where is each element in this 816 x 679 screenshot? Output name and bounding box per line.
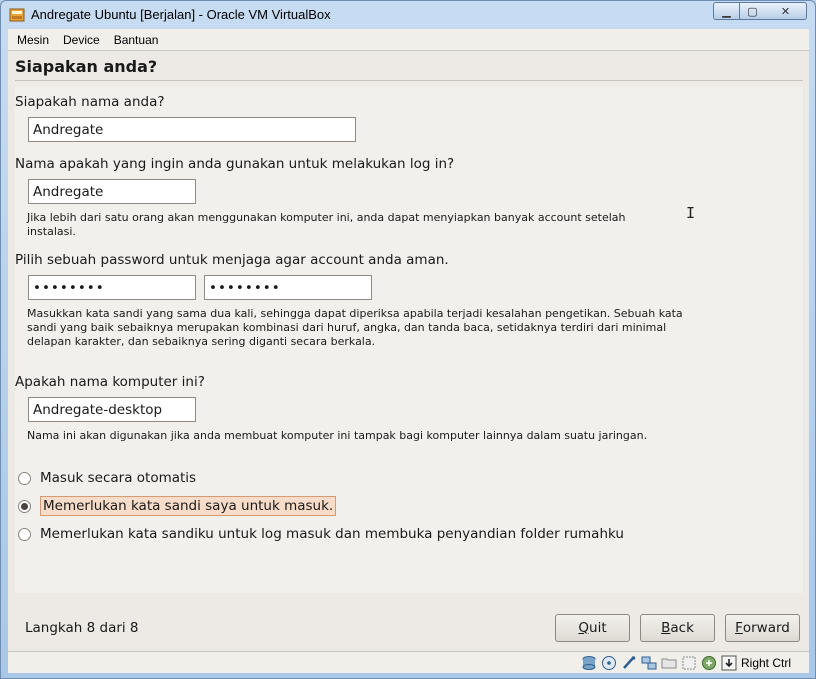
cd-icon[interactable] <box>601 655 617 671</box>
maximize-button[interactable]: ▢ <box>739 2 765 20</box>
quit-mnemonic: Q <box>578 620 590 636</box>
usb-icon[interactable] <box>621 655 637 671</box>
mouse-integration-icon[interactable] <box>701 655 717 671</box>
window-title: Andregate Ubuntu [Berjalan] - Oracle VM … <box>31 7 331 22</box>
name-question: Siapakah nama anda? <box>15 94 165 110</box>
step-indicator: Langkah 8 dari 8 <box>25 620 139 636</box>
login-question: Nama apakah yang ingin anda gunakan untu… <box>15 156 455 172</box>
radio-label: Memerlukan kata sandiku untuk log masuk … <box>40 526 624 542</box>
username-input[interactable]: Andregate <box>28 179 196 204</box>
radio-auto-login[interactable]: Masuk secara otomatis <box>18 470 196 486</box>
computer-name-input[interactable]: Andregate-desktop <box>28 397 196 422</box>
shared-folder-icon[interactable] <box>661 655 677 671</box>
computer-name-note: Nama ini akan digunakan jika anda membua… <box>27 429 648 442</box>
menu-bantuan[interactable]: Bantuan <box>107 33 166 47</box>
virtualbox-app-icon <box>9 8 25 22</box>
maximize-icon: ▢ <box>747 4 758 18</box>
user-setup-form: Siapakah nama anda? Andregate Nama apaka… <box>15 87 803 593</box>
forward-button[interactable]: Forward <box>725 614 800 642</box>
radio-label: Masuk secara otomatis <box>40 470 197 486</box>
text-cursor-icon: I <box>686 204 696 222</box>
forward-label: orward <box>742 620 790 636</box>
back-label: ack <box>670 620 694 636</box>
minimize-button[interactable]: ▁ <box>713 2 739 20</box>
back-mnemonic: B <box>661 620 671 636</box>
password-confirm-input[interactable]: •••••••• <box>204 275 372 300</box>
title-bar[interactable]: Andregate Ubuntu [Berjalan] - Oracle VM … <box>1 1 815 28</box>
forward-mnemonic: F <box>735 620 743 636</box>
network-icon[interactable] <box>641 655 657 671</box>
back-button[interactable]: Back <box>640 614 715 642</box>
radio-encrypt-home[interactable]: Memerlukan kata sandiku untuk log masuk … <box>18 526 624 542</box>
close-icon: ✕ <box>780 4 791 18</box>
quit-button[interactable]: Quit <box>555 614 630 642</box>
password-input[interactable]: •••••••• <box>28 275 196 300</box>
radio-button[interactable] <box>18 527 31 541</box>
computer-name-question: Apakah nama komputer ini? <box>15 374 205 390</box>
hard-disk-icon[interactable] <box>581 655 597 671</box>
virtualbox-window: Andregate Ubuntu [Berjalan] - Oracle VM … <box>0 0 816 679</box>
menu-mesin[interactable]: Mesin <box>10 33 56 47</box>
menu-device[interactable]: Device <box>56 33 107 47</box>
password-question: Pilih sebuah password untuk menjaga agar… <box>15 252 449 268</box>
guest-display[interactable]: Siapakan anda? Siapakah nama anda? Andre… <box>8 51 809 651</box>
host-key-label: Right Ctrl <box>740 655 791 670</box>
capture-icon[interactable] <box>681 655 697 671</box>
radio-button[interactable] <box>18 471 31 485</box>
page-title: Siapakan anda? <box>15 57 158 76</box>
password-note: Masukkan kata sandi yang sama dua kali, … <box>27 307 683 348</box>
menu-bar: Mesin Device Bantuan <box>8 29 809 51</box>
quit-label: uit <box>589 620 607 636</box>
keyboard-capture-icon[interactable] <box>721 655 737 671</box>
full-name-input[interactable]: Andregate <box>28 117 356 142</box>
radio-label: Memerlukan kata sandi saya untuk masuk. <box>40 496 337 516</box>
username-note: Jika lebih dari satu orang akan mengguna… <box>27 211 626 238</box>
minimize-icon: ▁ <box>722 4 731 18</box>
heading-divider <box>15 80 803 81</box>
radio-button-selected[interactable] <box>18 499 31 513</box>
status-bar: Right Ctrl <box>8 651 809 673</box>
close-button[interactable]: ✕ <box>765 2 807 20</box>
radio-require-password[interactable]: Memerlukan kata sandi saya untuk masuk. <box>18 496 337 516</box>
